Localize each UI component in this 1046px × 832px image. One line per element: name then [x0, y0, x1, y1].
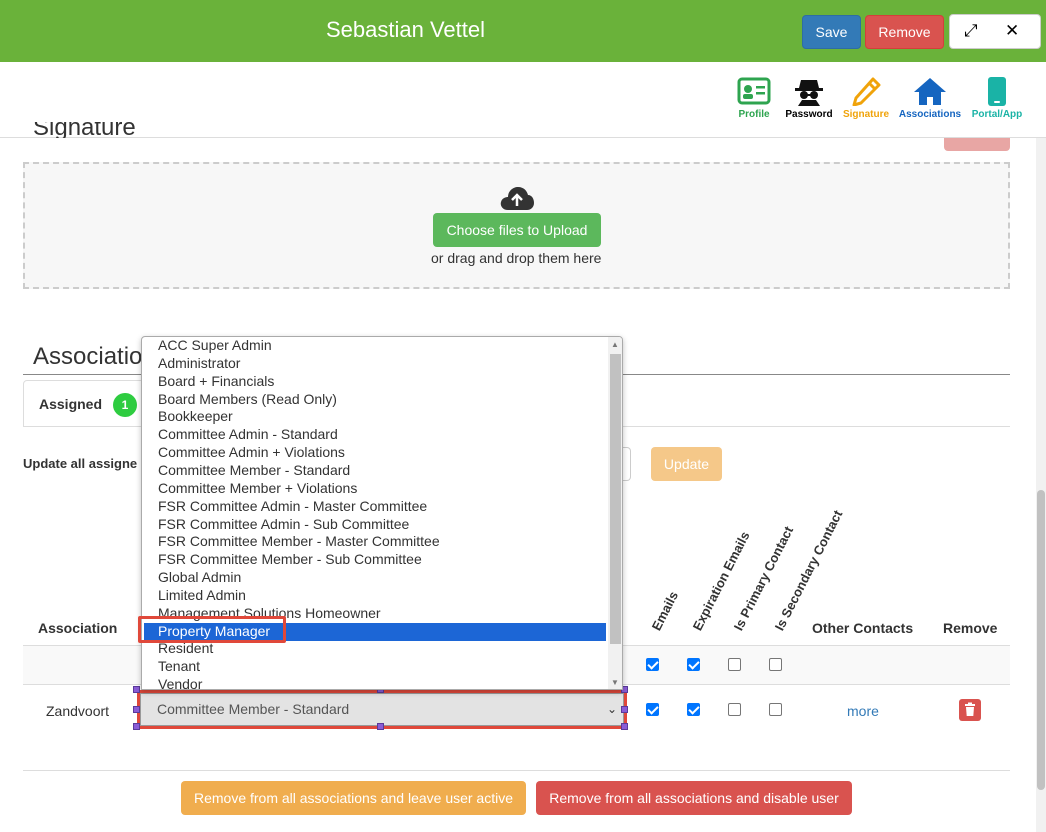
- nav-associations[interactable]: Associations: [898, 76, 962, 120]
- bulk-emails-checkbox[interactable]: [646, 658, 659, 671]
- nav-password[interactable]: Password: [785, 76, 833, 120]
- more-contacts-link[interactable]: more: [847, 703, 879, 719]
- highlight-property-manager: [138, 616, 286, 643]
- nav-profile-label: Profile: [738, 109, 770, 120]
- update-button[interactable]: Update: [651, 447, 722, 481]
- bulk-secondary-checkbox[interactable]: [769, 658, 782, 671]
- nav-profile[interactable]: Profile: [737, 76, 771, 120]
- trash-icon: [965, 702, 975, 716]
- bulk-primary-checkbox[interactable]: [728, 658, 741, 671]
- spy-icon: [795, 80, 823, 106]
- remove-all-disable-button[interactable]: Remove from all associations and disable…: [536, 781, 852, 815]
- nav-password-label: Password: [785, 109, 833, 120]
- profile-card-icon: [737, 77, 771, 105]
- remove-association-button[interactable]: [959, 699, 981, 721]
- nav-portal-app[interactable]: Portal/App: [970, 76, 1024, 120]
- role-option[interactable]: FSR Committee Member - Sub Committee: [144, 551, 606, 569]
- bulk-expiration-checkbox[interactable]: [687, 658, 700, 671]
- page-scrollbar-thumb[interactable]: [1037, 490, 1045, 790]
- col-emails: Emails: [648, 588, 682, 633]
- resize-handle: [133, 706, 140, 713]
- window-controls: ⤢ ✕: [949, 14, 1041, 49]
- resize-handle: [377, 723, 384, 730]
- section-nav: Profile Password Signature Associations …: [0, 62, 1046, 138]
- col-other-contacts: Other Contacts: [812, 620, 914, 636]
- role-option[interactable]: Committee Admin - Standard: [144, 426, 606, 444]
- tab-assigned[interactable]: Assigned 1: [23, 380, 148, 427]
- role-option[interactable]: Global Admin: [144, 569, 606, 587]
- expand-icon[interactable]: ⤢: [964, 21, 978, 41]
- role-option[interactable]: FSR Committee Admin - Sub Committee: [144, 516, 606, 534]
- home-icon: [914, 78, 946, 105]
- role-option[interactable]: Resident: [144, 640, 606, 658]
- nav-signature[interactable]: Signature: [842, 76, 890, 120]
- role-option[interactable]: Limited Admin: [144, 587, 606, 605]
- association-name: Zandvoort: [46, 703, 110, 719]
- role-option[interactable]: Bookkeeper: [144, 408, 606, 426]
- role-option[interactable]: Administrator: [144, 355, 606, 373]
- resize-handle: [621, 706, 628, 713]
- role-option[interactable]: Committee Member + Violations: [144, 480, 606, 498]
- dropdown-scrollbar[interactable]: ▲ ▼: [608, 337, 622, 689]
- page-scrollbar[interactable]: [1036, 138, 1046, 832]
- tab-assigned-label: Assigned: [39, 396, 103, 412]
- signature-delete-button[interactable]: [944, 138, 1010, 151]
- nav-associations-label: Associations: [898, 109, 962, 120]
- scroll-down-icon[interactable]: ▼: [611, 678, 619, 687]
- pencil-icon: [852, 77, 881, 106]
- resize-handle: [133, 686, 140, 693]
- role-option[interactable]: Tenant: [144, 658, 606, 676]
- row-primary-checkbox[interactable]: [728, 703, 741, 716]
- role-option[interactable]: Board Members (Read Only): [144, 391, 606, 409]
- role-option[interactable]: Vendor: [144, 676, 606, 689]
- signature-heading: Signature: [33, 122, 136, 138]
- remove-button[interactable]: Remove: [865, 15, 944, 49]
- choose-files-button[interactable]: Choose files to Upload: [433, 213, 601, 247]
- modal-header: Sebastian Vettel Save Remove ⤢ ✕: [0, 0, 1046, 62]
- save-button[interactable]: Save: [802, 15, 861, 49]
- role-option[interactable]: FSR Committee Admin - Master Committee: [144, 498, 606, 516]
- nav-portal-app-label: Portal/App: [971, 109, 1023, 120]
- role-option[interactable]: Committee Admin + Violations: [144, 444, 606, 462]
- role-option[interactable]: Board + Financials: [144, 373, 606, 391]
- nav-signature-label: Signature: [842, 109, 890, 120]
- row-secondary-checkbox[interactable]: [769, 703, 782, 716]
- row-emails-checkbox[interactable]: [646, 703, 659, 716]
- role-option[interactable]: FSR Committee Member - Master Committee: [144, 533, 606, 551]
- role-option[interactable]: ACC Super Admin: [144, 337, 606, 355]
- remove-all-leave-active-button[interactable]: Remove from all associations and leave u…: [181, 781, 526, 815]
- close-icon[interactable]: ✕: [1005, 21, 1019, 41]
- cloud-upload-icon: [500, 187, 534, 210]
- row-expiration-checkbox[interactable]: [687, 703, 700, 716]
- dropdown-scrollbar-thumb[interactable]: [610, 354, 621, 644]
- mobile-icon: [988, 77, 1006, 106]
- role-option[interactable]: Committee Member - Standard: [144, 462, 606, 480]
- update-all-label: Update all assigne: [23, 456, 138, 471]
- footer-divider: [23, 770, 1010, 771]
- col-association: Association: [38, 620, 118, 636]
- resize-handle: [133, 723, 140, 730]
- assigned-count-badge: 1: [113, 393, 137, 417]
- col-remove: Remove: [943, 620, 998, 636]
- drag-drop-hint: or drag and drop them here: [431, 250, 602, 266]
- scroll-up-icon[interactable]: ▲: [611, 340, 619, 349]
- page-title: Sebastian Vettel: [326, 17, 486, 42]
- resize-handle: [621, 723, 628, 730]
